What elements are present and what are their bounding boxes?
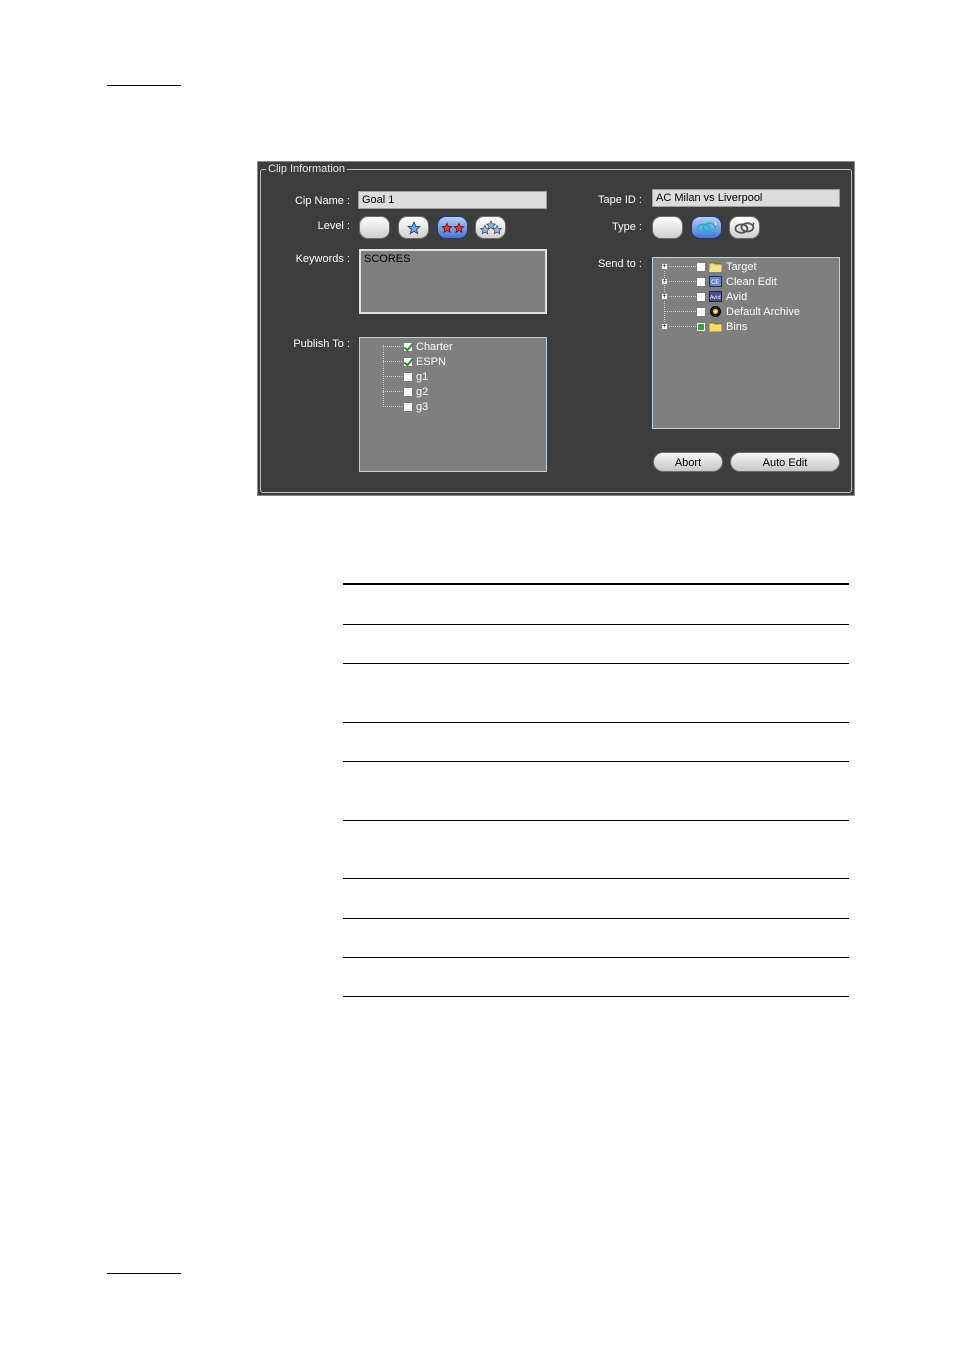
send-item-default-archive[interactable]: Default Archive (696, 304, 800, 319)
publish-item-g3[interactable]: g3 (403, 399, 428, 414)
publish-g3-checkbox[interactable] (403, 401, 413, 412)
two-stars-icon (440, 221, 465, 233)
clip-information-dialog: Clip Information Cip Name : Level : Keyw… (257, 161, 855, 496)
send-avid-checkbox[interactable] (696, 291, 706, 302)
tree-line (664, 311, 696, 312)
clip-name-input[interactable] (358, 191, 547, 209)
send-item-label: Default Archive (726, 305, 800, 318)
publish-item-label: g2 (416, 385, 429, 398)
table-row-divider (343, 624, 849, 625)
publish-item-label: g3 (416, 400, 429, 413)
level-three-stars-button[interactable] (475, 216, 506, 239)
send-item-target[interactable]: Target (696, 259, 757, 274)
publish-espn-checkbox[interactable] (403, 356, 413, 367)
clean-edit-icon: CE (709, 276, 722, 287)
expand-target-icon[interactable]: + (661, 263, 668, 270)
auto-edit-button[interactable]: Auto Edit (730, 452, 840, 472)
publish-item-espn[interactable]: ESPN (403, 354, 446, 369)
send-item-label: Target (726, 260, 757, 273)
publish-to-label: Publish To : (293, 338, 350, 350)
type-blue-button[interactable] (691, 216, 722, 239)
tree-line (383, 376, 402, 377)
footer-rule (107, 1273, 181, 1274)
send-bins-checkbox[interactable] (696, 321, 706, 332)
expand-bins-icon[interactable]: + (661, 323, 668, 330)
level-none-button[interactable] (359, 216, 390, 239)
level-two-stars-button[interactable] (437, 216, 468, 239)
publish-item-g2[interactable]: g2 (403, 384, 428, 399)
group-title: Clip Information (266, 162, 348, 176)
tree-line (383, 406, 402, 407)
table-row-divider (343, 722, 849, 723)
send-to-list[interactable]: + + + + Target CE Clean Edit Avid Avid D… (652, 257, 840, 429)
svg-text:CE: CE (711, 279, 719, 286)
svg-text:Avid: Avid (710, 295, 721, 301)
header-rule (107, 85, 181, 86)
tree-line (664, 266, 696, 267)
publish-item-label: Charter (416, 340, 453, 353)
send-item-label: Avid (726, 290, 748, 303)
table-row-divider (343, 918, 849, 919)
tree-line (383, 346, 402, 347)
one-star-icon (406, 220, 421, 234)
expand-clean-edit-icon[interactable]: + (661, 278, 668, 285)
send-default-archive-checkbox[interactable] (696, 306, 706, 317)
table-row-divider (343, 957, 849, 958)
level-label: Level : (317, 220, 350, 232)
folder-icon (709, 262, 722, 272)
table-top-border (343, 583, 849, 585)
publish-charter-checkbox[interactable] (403, 341, 413, 352)
three-stars-icon (479, 219, 502, 234)
publish-g2-checkbox[interactable] (403, 386, 413, 397)
publish-item-charter[interactable]: Charter (403, 339, 453, 354)
tree-line (383, 361, 402, 362)
type-none-button[interactable] (652, 216, 683, 239)
level-one-star-button[interactable] (398, 216, 429, 239)
publish-g1-checkbox[interactable] (403, 371, 413, 382)
type-grey-button[interactable] (729, 216, 760, 239)
table-bottom-border (343, 996, 849, 997)
table-row-divider (343, 663, 849, 664)
send-clean-edit-checkbox[interactable] (696, 276, 706, 287)
type-label: Type : (612, 221, 642, 233)
tape-id-label: Tape ID : (597, 194, 642, 206)
send-item-label: Clean Edit (726, 275, 777, 288)
publish-item-label: g1 (416, 370, 429, 383)
tree-line (664, 296, 696, 297)
send-target-checkbox[interactable] (696, 261, 706, 272)
tree-line (383, 391, 402, 392)
publish-item-label: ESPN (416, 355, 446, 368)
tree-line (664, 281, 696, 282)
avid-icon: Avid (709, 291, 722, 302)
send-to-label: Send to : (597, 258, 642, 270)
abort-button[interactable]: Abort (653, 452, 723, 472)
send-item-avid[interactable]: Avid Avid (696, 289, 747, 304)
keywords-label: Keywords : (295, 253, 350, 265)
archive-icon (710, 306, 721, 317)
table-row-divider (343, 820, 849, 821)
publish-to-list[interactable]: Charter ESPN g1 g2 g3 (359, 337, 547, 472)
tree-line (664, 326, 696, 327)
clip-type-blue-icon (696, 221, 717, 234)
bin-folder-icon (709, 322, 722, 332)
table-row-divider (343, 761, 849, 762)
clip-name-label: Cip Name : (294, 195, 350, 207)
keywords-textarea[interactable]: SCORES (359, 249, 547, 314)
send-item-bins[interactable]: Bins (696, 319, 747, 334)
clip-type-grey-icon (734, 221, 755, 234)
tape-id-input[interactable] (652, 189, 840, 207)
send-item-label: Bins (726, 320, 748, 333)
expand-avid-icon[interactable]: + (661, 293, 668, 300)
table-row-divider (343, 878, 849, 879)
send-item-clean-edit[interactable]: CE Clean Edit (696, 274, 777, 289)
publish-item-g1[interactable]: g1 (403, 369, 428, 384)
